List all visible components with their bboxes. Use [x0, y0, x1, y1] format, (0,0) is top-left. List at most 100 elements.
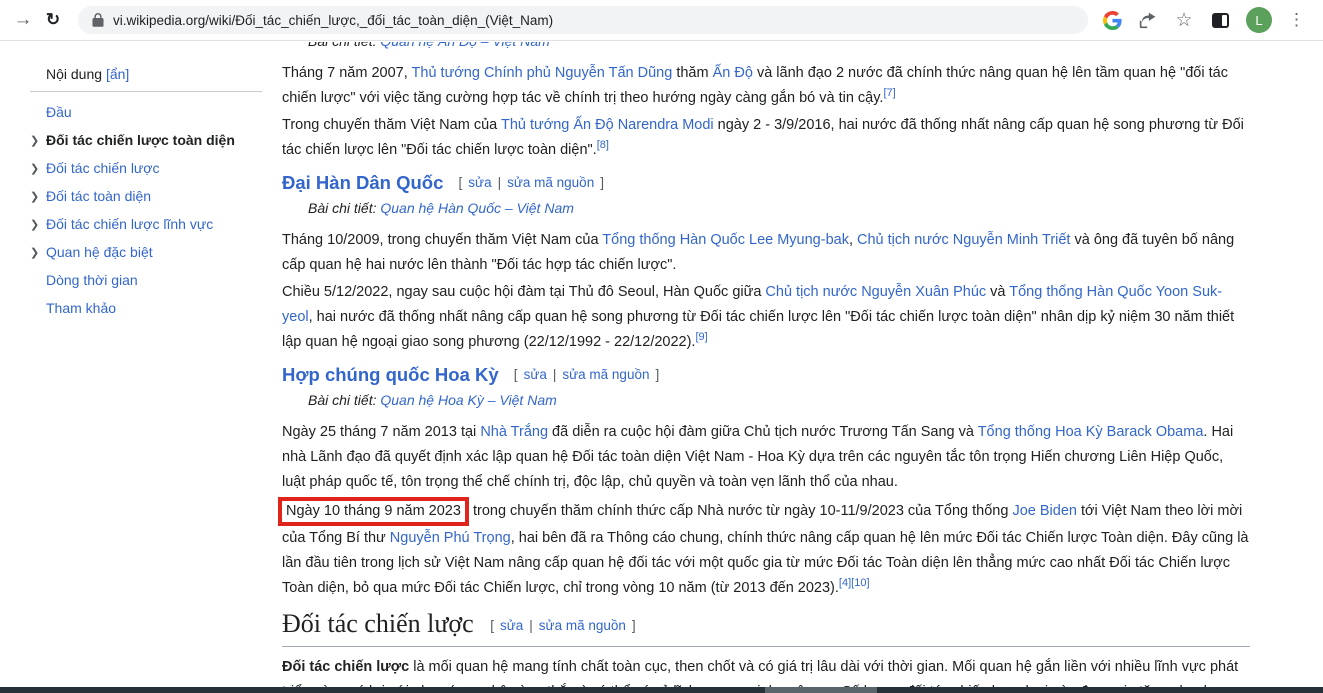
sidebar-item-label: Dòng thời gian — [46, 272, 138, 288]
text-run: thăm — [672, 65, 713, 81]
reference-link[interactable]: [7] — [883, 87, 895, 99]
inline-link[interactable]: Thủ tướng Chính phủ Nguyễn Tấn Dũng — [412, 65, 673, 81]
edit-source-link[interactable]: sửa mã nguồn — [562, 363, 649, 387]
google-logo-icon[interactable] — [1102, 10, 1122, 30]
url-text[interactable]: vi.wikipedia.org/wiki/Đối_tác_chiến_lược… — [113, 13, 553, 28]
sidebar-item[interactable]: ❯ Đối tác chiến lược lĩnh vực — [30, 210, 282, 238]
italic-text: Bài chi tiết: — [308, 200, 381, 216]
paragraph: Tháng 10/2009, trong chuyến thăm Việt Na… — [282, 228, 1250, 278]
paragraph: Tháng 7 năm 2007, Thủ tướng Chính phủ Ng… — [282, 61, 1250, 111]
paragraph: Chiều 5/12/2022, ngay sau cuộc hội đàm t… — [282, 280, 1250, 355]
edit-section: [sửa | sửa mã nguồn] — [459, 171, 604, 195]
inline-link[interactable]: Chủ tịch nước Nguyễn Xuân Phúc — [765, 284, 986, 300]
share-icon[interactable] — [1138, 10, 1158, 30]
sidebar-item[interactable]: ❯ Quan hệ đặc biệt — [30, 238, 282, 266]
inline-link[interactable]: Tổng thống Hoa Kỳ Barack Obama — [978, 424, 1204, 440]
chevron-right-icon[interactable]: ❯ — [30, 162, 46, 175]
edit-source-link[interactable]: sửa mã nguồn — [507, 171, 594, 195]
section-heading-link[interactable]: Hợp chúng quốc Hoa Kỳ — [282, 364, 499, 385]
sidebar-item[interactable]: Tham khảo — [30, 294, 282, 322]
text-run: Chiều 5/12/2022, ngay sau cuộc hội đàm t… — [282, 284, 766, 300]
bracket: ] — [631, 618, 636, 633]
inline-link[interactable]: Thủ tướng Ấn Độ Narendra Modi — [501, 117, 714, 133]
section-heading-text: Đối tác chiến lược — [282, 609, 474, 638]
bottom-taskbar-strip — [0, 687, 1323, 693]
sidebar-item[interactable]: ❯ Đối tác chiến lược — [30, 154, 282, 182]
toc-header: Nội dung [ẩn] — [30, 66, 282, 82]
section-heading-strategic: Đối tác chiến lược [ sửa | sửa mã nguồn] — [282, 609, 1250, 647]
profile-avatar[interactable]: L — [1246, 7, 1272, 33]
toc-items: Đầu ❯ Đối tác chiến lược toàn diện ❯ Đối tác… — [30, 98, 282, 322]
reload-icon[interactable]: ↻ — [38, 10, 68, 30]
section-heading-us: Hợp chúng quốc Hoa Kỳ [ sửa | sửa mã nguồn] — [282, 363, 1250, 387]
edit-source-link[interactable]: sửa mã nguồn — [539, 611, 626, 641]
sidebar-item-label: Đối tác chiến lược lĩnh vực — [46, 216, 214, 232]
side-panel-icon[interactable] — [1210, 10, 1230, 30]
italic-text: Bài chi tiết: — [308, 42, 380, 49]
sidebar-item-label: Tham khảo — [46, 300, 117, 316]
text-run: và — [986, 284, 1010, 300]
forward-icon[interactable]: → — [8, 9, 38, 31]
pipe: | — [497, 175, 502, 190]
inline-link[interactable]: Ấn Độ — [713, 65, 753, 81]
reference-link[interactable]: [4] — [839, 577, 851, 589]
sidebar-item-label: Đối tác chiến lược — [46, 160, 160, 176]
bracket: [ — [490, 618, 494, 633]
sidebar-item[interactable]: ❯ Đối tác toàn diện — [30, 182, 282, 210]
bold-text: Đối tác chiến lược — [282, 659, 410, 675]
section-heading-korea: Đại Hàn Dân Quốc [sửa | sửa mã nguồn] — [282, 171, 1250, 195]
edit-section: [ sửa | sửa mã nguồn] — [514, 363, 659, 387]
url-bar[interactable]: vi.wikipedia.org/wiki/Đối_tác_chiến_lược… — [78, 6, 1088, 34]
hatnote: Bài chi tiết: Quan hệ Ấn Độ – Việt Nam — [308, 42, 1250, 50]
bracket: [ — [513, 367, 518, 382]
inline-link[interactable]: Tổng thống Hàn Quốc Lee Myung-bak — [602, 232, 849, 248]
hatnote: Bài chi tiết: Quan hệ Hàn Quốc – Việt Na… — [308, 200, 1250, 217]
edit-link[interactable]: sửa — [468, 171, 491, 195]
reference-link[interactable]: [8] — [597, 139, 609, 151]
inline-link[interactable]: Nguyễn Phú Trọng — [390, 530, 511, 546]
pipe: | — [552, 367, 557, 382]
edit-section: [ sửa | sửa mã nguồn] — [490, 611, 635, 641]
text-run: Tháng 10/2009, trong chuyến thăm Việt Na… — [282, 232, 603, 248]
reference-link[interactable]: [9] — [695, 331, 707, 343]
inline-link[interactable]: Joe Biden — [1012, 503, 1077, 519]
reference-link[interactable]: [10] — [851, 577, 869, 589]
edit-link[interactable]: sửa — [524, 363, 547, 387]
back-icon[interactable]: ← — [0, 9, 8, 31]
bracket: ] — [655, 367, 660, 382]
inline-link-italic[interactable]: Quan hệ Ấn Độ – Việt Nam — [380, 42, 549, 49]
section-heading-link[interactable]: Đại Hàn Dân Quốc — [282, 172, 443, 193]
sidebar-item[interactable]: ❯ Đối tác chiến lược toàn diện — [30, 126, 282, 154]
toc-hide-link[interactable]: [ẩn] — [106, 66, 129, 82]
sidebar-item[interactable]: Đầu — [30, 98, 282, 126]
page-content: Nội dung [ẩn] Đầu ❯ Đối tác chiến lược toà… — [0, 42, 1323, 693]
chevron-right-icon[interactable]: ❯ — [30, 134, 46, 147]
paragraph-highlighted: Ngày 10 tháng 9 năm 2023 trong chuyến th… — [278, 497, 1250, 601]
sidebar-item[interactable]: Dòng thời gian — [30, 266, 282, 294]
hatnote: Bài chi tiết: Quan hệ Hoa Kỳ – Việt Nam — [308, 392, 1250, 409]
sidebar-item-label: Đối tác toàn diện — [46, 188, 152, 204]
bookmark-star-icon[interactable]: ☆ — [1174, 10, 1194, 31]
toolbar-actions: ☆ L ⋮ — [1102, 7, 1305, 33]
inline-link[interactable]: Chủ tịch nước Nguyễn Minh Triết — [857, 232, 1070, 248]
text-run: Tháng 7 năm 2007, — [282, 65, 412, 81]
taskbar-segment — [765, 687, 877, 693]
menu-kebab-icon[interactable]: ⋮ — [1288, 10, 1305, 30]
bracket: ] — [600, 175, 604, 190]
chevron-right-icon[interactable]: ❯ — [30, 190, 46, 203]
text-run: , hai nước đã thống nhất nâng cấp quan h… — [282, 309, 1235, 350]
table-of-contents: Nội dung [ẩn] Đầu ❯ Đối tác chiến lược toà… — [0, 42, 282, 693]
inline-link-italic[interactable]: Quan hệ Hàn Quốc – Việt Nam — [380, 200, 574, 216]
text-run: trong chuyến thăm chính thức cấp Nhà nướ… — [468, 503, 1013, 519]
article-body: Bài chi tiết: Quan hệ Ấn Độ – Việt Nam T… — [278, 42, 1250, 693]
chevron-right-icon[interactable]: ❯ — [30, 246, 46, 259]
sidebar-item-label: Đối tác chiến lược toàn diện — [46, 132, 235, 148]
inline-link[interactable]: Nhà Trắng — [480, 424, 548, 440]
text-run: Trong chuyến thăm Việt Nam của — [282, 117, 501, 133]
sidebar-item-label: Quan hệ đặc biệt — [46, 244, 153, 260]
chevron-right-icon[interactable]: ❯ — [30, 218, 46, 231]
edit-link[interactable]: sửa — [500, 611, 523, 641]
toc-divider — [30, 91, 262, 92]
inline-link-italic[interactable]: Quan hệ Hoa Kỳ – Việt Nam — [380, 392, 556, 408]
pipe: | — [529, 618, 533, 633]
